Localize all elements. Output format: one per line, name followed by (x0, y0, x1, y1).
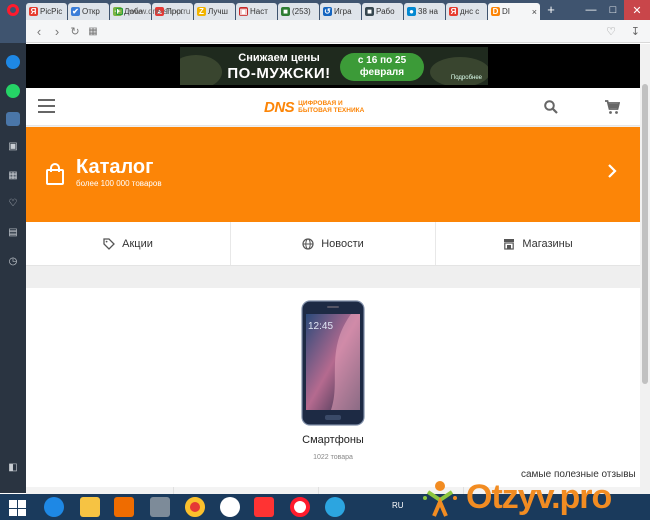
logo-text: DNS (264, 98, 295, 116)
banner-line-1: Снижаем цены (238, 52, 320, 64)
tag-icon (103, 237, 116, 250)
otzyv-logo-figure-icon (423, 481, 457, 517)
promo-banner[interactable]: Снижаем цены ПО-МУЖСКИ! с 16 по 25 февра… (26, 44, 640, 88)
url-text: www.dns-shop.ru (129, 7, 191, 16)
opera-sidebar: ▣ ▦ ♡ ▤ ◷ ◧ (0, 43, 26, 493)
site-header: DNS ЦИФРОВАЯ И БЫТОВАЯ ТЕХНИКА (26, 88, 640, 126)
bookmark-heart-icon[interactable]: ♡ (606, 25, 616, 38)
catalog-button[interactable]: Каталог более 100 000 товаров (26, 127, 640, 222)
camera-icon[interactable]: ▣ (6, 140, 20, 154)
banner-more-link[interactable]: Подробнее (451, 75, 482, 81)
otzyv-watermark: самые полезные отзывы Otzyv.pro (418, 466, 650, 520)
window-close-button[interactable]: ✕ (624, 0, 650, 20)
url-field[interactable]: www.dns-shop.ru (116, 4, 626, 19)
forward-button[interactable]: › (48, 24, 66, 39)
nav-promotions[interactable]: Акции (26, 222, 231, 265)
apps-icon[interactable]: ▦ (6, 169, 20, 183)
promo-banner-image: Снижаем цены ПО-МУЖСКИ! с 16 по 25 февра… (180, 47, 488, 85)
watermark-logo: Otzyv.pro (466, 478, 612, 516)
start-button[interactable] (3, 498, 29, 516)
smartphone-image (301, 300, 365, 426)
cart-icon[interactable] (604, 99, 620, 115)
web-page: Снижаем цены ПО-МУЖСКИ! с 16 по 25 февра… (26, 44, 640, 494)
category-name: Смартфоны (302, 434, 364, 446)
sidebar-toggle-icon[interactable]: ◧ (6, 461, 20, 475)
language-indicator[interactable]: RU (392, 501, 404, 510)
shopping-bag-icon (46, 163, 64, 185)
lock-icon (116, 8, 123, 15)
banner-line-2: ПО-МУЖСКИ! (227, 65, 331, 82)
history-icon[interactable]: ◷ (6, 255, 20, 269)
tab-favicon-icon: ✔ (71, 7, 80, 16)
banner-date-badge: с 16 по 25 февраля (340, 53, 424, 81)
browser-tab[interactable]: Я PicPic (26, 3, 67, 20)
section-gap (26, 266, 640, 288)
phone-clock: 12:45 (308, 321, 334, 332)
media-player-icon[interactable] (114, 497, 134, 517)
logo-subtitle-line-2: БЫТОВАЯ ТЕХНИКА (298, 107, 365, 114)
opera-logo-icon (7, 4, 19, 16)
logo-subtitle: ЦИФРОВАЯ И БЫТОВАЯ ТЕХНИКА (298, 100, 364, 114)
menu-burger-icon[interactable] (38, 99, 55, 113)
globe-icon (302, 237, 314, 250)
nav-news-label: Новости (321, 237, 364, 250)
banner-decoration (180, 55, 222, 85)
screen: Я PicPic ✔ Откр ✦ Доба ▲ Прог Z Лучш ▣ Наст ■ (253) ↺ И… (0, 0, 650, 520)
yandex-browser-icon[interactable] (220, 497, 240, 517)
chrome-icon[interactable] (185, 497, 205, 517)
telegram-icon[interactable] (325, 497, 345, 517)
banner-badge-line-2: февраля (359, 67, 405, 78)
reload-button[interactable]: ↻ (66, 25, 84, 38)
nav-promotions-label: Акции (122, 237, 153, 250)
address-bar: ‹ › ↻ ▦ (0, 19, 650, 43)
category-count: 1022 товара (313, 454, 353, 461)
opera-menu-button[interactable] (0, 0, 26, 20)
catalog-subtitle: более 100 000 товаров (76, 179, 162, 188)
news-icon[interactable]: ▤ (6, 226, 20, 240)
category-card-smartphones[interactable]: 12:45 Смартфоны 1022 товара (26, 288, 640, 494)
scrollbar-thumb[interactable] (642, 84, 648, 384)
logo-subtitle-line-1: ЦИФРОВАЯ И (298, 100, 343, 107)
quick-nav: Акции Новости Магазины (26, 222, 640, 266)
vk-icon[interactable] (6, 112, 20, 126)
opera-taskbar-icon[interactable] (290, 497, 310, 517)
nav-news[interactable]: Новости (231, 222, 436, 265)
yandex-icon[interactable] (254, 497, 274, 517)
back-button[interactable]: ‹ (30, 24, 48, 39)
nav-stores[interactable]: Магазины (436, 222, 640, 265)
search-icon[interactable] (544, 100, 558, 114)
tab-label: Откр (82, 7, 100, 16)
sidebar-corner (0, 19, 26, 43)
banner-badge-line-1: с 16 по 25 (357, 55, 407, 66)
store-icon (504, 238, 515, 250)
banner-headline: Снижаем цены ПО-МУЖСКИ! (224, 51, 334, 81)
heart-icon[interactable]: ♡ (6, 197, 20, 211)
ie-icon[interactable] (44, 497, 64, 517)
browser-tab[interactable]: ✔ Откр (68, 3, 109, 20)
messenger-icon[interactable] (6, 55, 20, 69)
explorer-icon[interactable] (80, 497, 100, 517)
tab-favicon-icon: Я (29, 7, 38, 16)
catalog-title: Каталог (76, 156, 154, 178)
chevron-right-icon (608, 164, 617, 178)
page-scrollbar[interactable] (640, 44, 650, 494)
speed-dial-button[interactable]: ▦ (84, 26, 102, 37)
whatsapp-icon[interactable] (6, 84, 20, 98)
nav-stores-label: Магазины (522, 237, 573, 250)
download-icon[interactable]: ↧ (631, 25, 640, 38)
app-icon[interactable] (150, 497, 170, 517)
dns-logo[interactable]: DNS ЦИФРОВАЯ И БЫТОВАЯ ТЕХНИКА (264, 98, 364, 116)
tab-label: PicPic (40, 7, 63, 16)
